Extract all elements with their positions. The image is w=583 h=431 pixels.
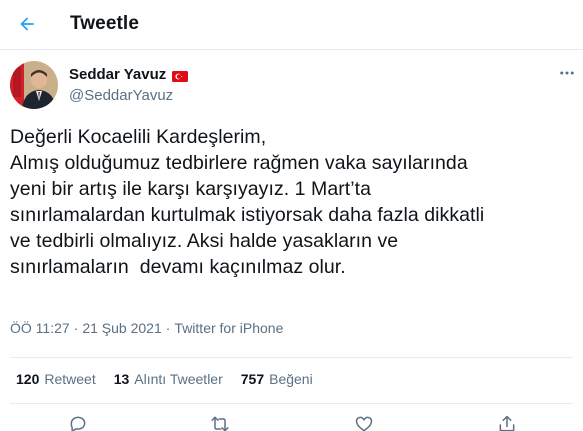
tweet-line: sınırlamalardan kurtulmak istiyorsak dah… (10, 204, 485, 226)
arrow-left-icon (20, 17, 34, 31)
like-stat[interactable]: 757 Beğeni (241, 371, 313, 387)
tweet-line: yeni bir artış ile karşı karşıyayız. 1 M… (10, 178, 371, 200)
tweet-header: Tweetle (0, 0, 583, 50)
meta-separator: · (165, 320, 171, 336)
tweet-actions (0, 414, 583, 431)
like-button[interactable] (354, 414, 374, 431)
more-options-button[interactable] (556, 62, 578, 84)
turkey-flag-icon (172, 69, 189, 82)
tweet-line: ve tedbirli olmalıyız. Aksi halde yasakl… (10, 230, 399, 252)
retweet-icon (211, 416, 229, 431)
quote-count: 13 (113, 371, 130, 387)
like-label: Beğeni (269, 371, 313, 387)
reply-button[interactable] (68, 414, 88, 431)
share-button[interactable] (497, 414, 517, 431)
tweet-line: sınırlamaların devamı kaçınılmaz olur. (10, 256, 346, 278)
author-name[interactable]: Seddar Yavuz (69, 66, 166, 83)
quote-stat[interactable]: 13 Alıntı Tweetler (114, 371, 223, 387)
reply-icon (70, 416, 86, 431)
tweet-source[interactable]: Twitter for iPhone (174, 320, 283, 336)
share-icon (499, 415, 515, 431)
tweet-date[interactable]: 21 Şub 2021 (82, 320, 161, 336)
tweet-line: Almış olduğumuz tedbirlere rağmen vaka s… (10, 152, 468, 174)
retweet-count: 120 (16, 371, 40, 387)
avatar[interactable] (10, 61, 58, 109)
divider (10, 403, 573, 404)
like-icon (355, 416, 373, 431)
more-icon (560, 71, 574, 75)
author-handle[interactable]: @SeddarYavuz (69, 87, 173, 104)
avatar-image (10, 61, 58, 109)
page-title: Tweetle (70, 13, 139, 34)
tweet-metadata: ÖÖ 11:27 · 21 Şub 2021 · Twitter for iPh… (10, 320, 283, 336)
retweet-label: Retweet (44, 371, 96, 387)
back-button[interactable] (10, 7, 44, 41)
retweet-button[interactable] (210, 414, 230, 431)
tweet-stats: 120 Retweet 13 Alıntı Tweetler 757 Beğen… (16, 371, 331, 387)
retweet-stat[interactable]: 120 Retweet (16, 371, 96, 387)
tweet-line: Değerli Kocaelili Kardeşlerim, (10, 126, 267, 148)
divider (10, 357, 573, 358)
author-row: Seddar Yavuz (69, 66, 189, 83)
tweet-time[interactable]: ÖÖ 11:27 (10, 320, 70, 336)
quote-label: Alıntı Tweetler (134, 371, 223, 387)
meta-separator: · (73, 320, 79, 336)
like-count: 757 (240, 371, 265, 387)
tweet-text: Değerli Kocaelili Kardeşlerim, Almış oldu… (10, 124, 575, 280)
